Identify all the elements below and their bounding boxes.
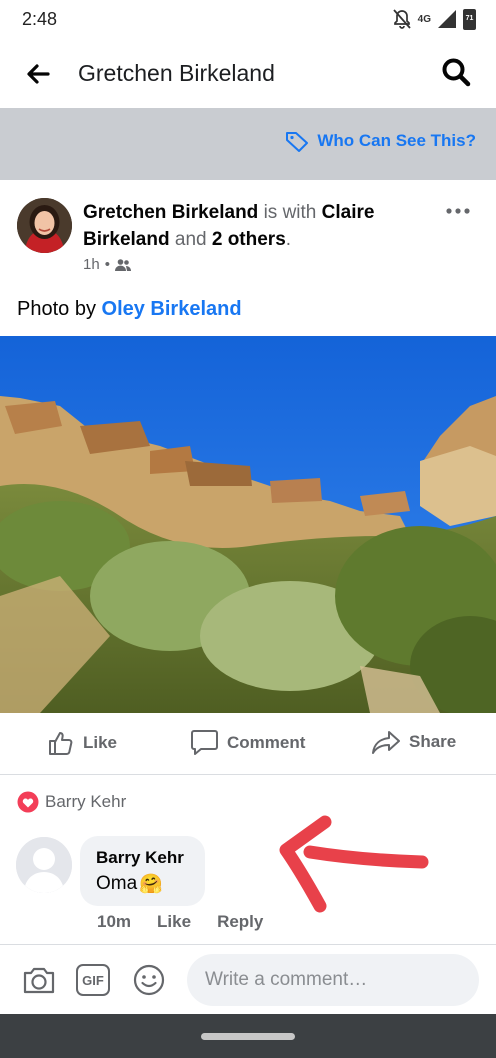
battery-icon: 71: [463, 8, 476, 30]
comment-bubble-icon: [191, 730, 218, 755]
post-actions: Like Comment Share: [0, 713, 496, 775]
love-reaction-icon: [17, 791, 39, 813]
comment-button[interactable]: Comment: [190, 729, 305, 756]
system-nav-bar: [0, 1014, 496, 1058]
comment-label: Comment: [227, 732, 306, 752]
home-gesture-handle[interactable]: [201, 1033, 295, 1040]
reaction-summary[interactable]: Barry Kehr: [17, 791, 126, 813]
author-avatar[interactable]: [17, 198, 72, 253]
status-bar: 2:48 4G 71: [0, 0, 496, 38]
default-avatar-icon: [16, 837, 72, 893]
share-arrow-icon: [372, 731, 400, 754]
network-type-label: 4G: [417, 13, 431, 25]
period: .: [285, 229, 292, 250]
comment-like-button[interactable]: Like: [157, 912, 191, 932]
comment-composer: GIF: [0, 944, 496, 1014]
app-header: Gretchen Birkeland: [0, 38, 496, 108]
battery-level: 71: [465, 14, 474, 22]
reactor-name: Barry Kehr: [45, 792, 127, 811]
with-connector: is with: [263, 202, 317, 223]
post-caption: Photo by Oley Birkeland: [17, 298, 242, 321]
share-label: Share: [409, 732, 457, 751]
status-icons: 4G 71: [392, 8, 476, 30]
comment-age: 10m: [97, 912, 132, 931]
signal-icon: [438, 10, 456, 28]
post-card: Gretchen Birkeland is with Claire Birkel…: [0, 180, 496, 944]
comment-author[interactable]: Barry Kehr: [96, 848, 189, 868]
comment-meta: 10m Like Reply: [97, 912, 263, 932]
post-timestamp[interactable]: 1h: [83, 256, 100, 273]
like-button[interactable]: Like: [47, 729, 117, 757]
comment-input[interactable]: [187, 954, 479, 1006]
others-link[interactable]: 2 others: [212, 229, 286, 250]
privacy-bar: Who Can See This?: [0, 108, 496, 180]
emoji-icon[interactable]: [132, 963, 166, 997]
tag-icon: [286, 132, 309, 152]
comment-body: Oma: [96, 873, 138, 894]
meta-separator: •: [104, 256, 110, 273]
thumbs-up-icon: [49, 732, 73, 755]
friends-audience-icon[interactable]: [114, 258, 131, 272]
post-photo[interactable]: [0, 336, 496, 713]
notifications-off-icon: [392, 9, 411, 29]
commenter-avatar[interactable]: [16, 837, 72, 893]
comment-bubble[interactable]: Barry Kehr Oma 🤗: [80, 836, 205, 906]
photo-credit-prefix: Photo by: [17, 298, 96, 320]
share-button[interactable]: Share: [371, 729, 456, 755]
status-time: 2:48: [22, 9, 58, 29]
like-label: Like: [83, 733, 118, 752]
comment-reply-button[interactable]: Reply: [217, 912, 263, 932]
who-can-see-this-label: Who Can See This?: [317, 131, 476, 150]
gif-icon[interactable]: GIF: [76, 964, 110, 996]
and-connector: and: [174, 229, 207, 250]
camera-icon[interactable]: [22, 963, 56, 997]
post-author-name[interactable]: Gretchen Birkeland: [83, 202, 258, 223]
more-icon: [446, 208, 470, 214]
landscape-photo: [0, 336, 496, 713]
post-author-line: Gretchen Birkeland is with Claire Birkel…: [83, 199, 413, 253]
back-arrow-icon[interactable]: [22, 58, 54, 90]
comment-text: Oma 🤗: [96, 872, 189, 896]
who-can-see-this-link[interactable]: Who Can See This?: [285, 130, 476, 152]
hugging-face-emoji: 🤗: [139, 874, 163, 895]
more-options-button[interactable]: [446, 198, 470, 221]
author-avatar-image: [17, 198, 72, 253]
photo-credit-name[interactable]: Oley Birkeland: [102, 298, 242, 320]
post-meta: 1h •: [83, 256, 131, 273]
page-title: Gretchen Birkeland: [78, 60, 275, 86]
gif-label: GIF: [82, 972, 104, 988]
search-icon[interactable]: [440, 56, 472, 88]
